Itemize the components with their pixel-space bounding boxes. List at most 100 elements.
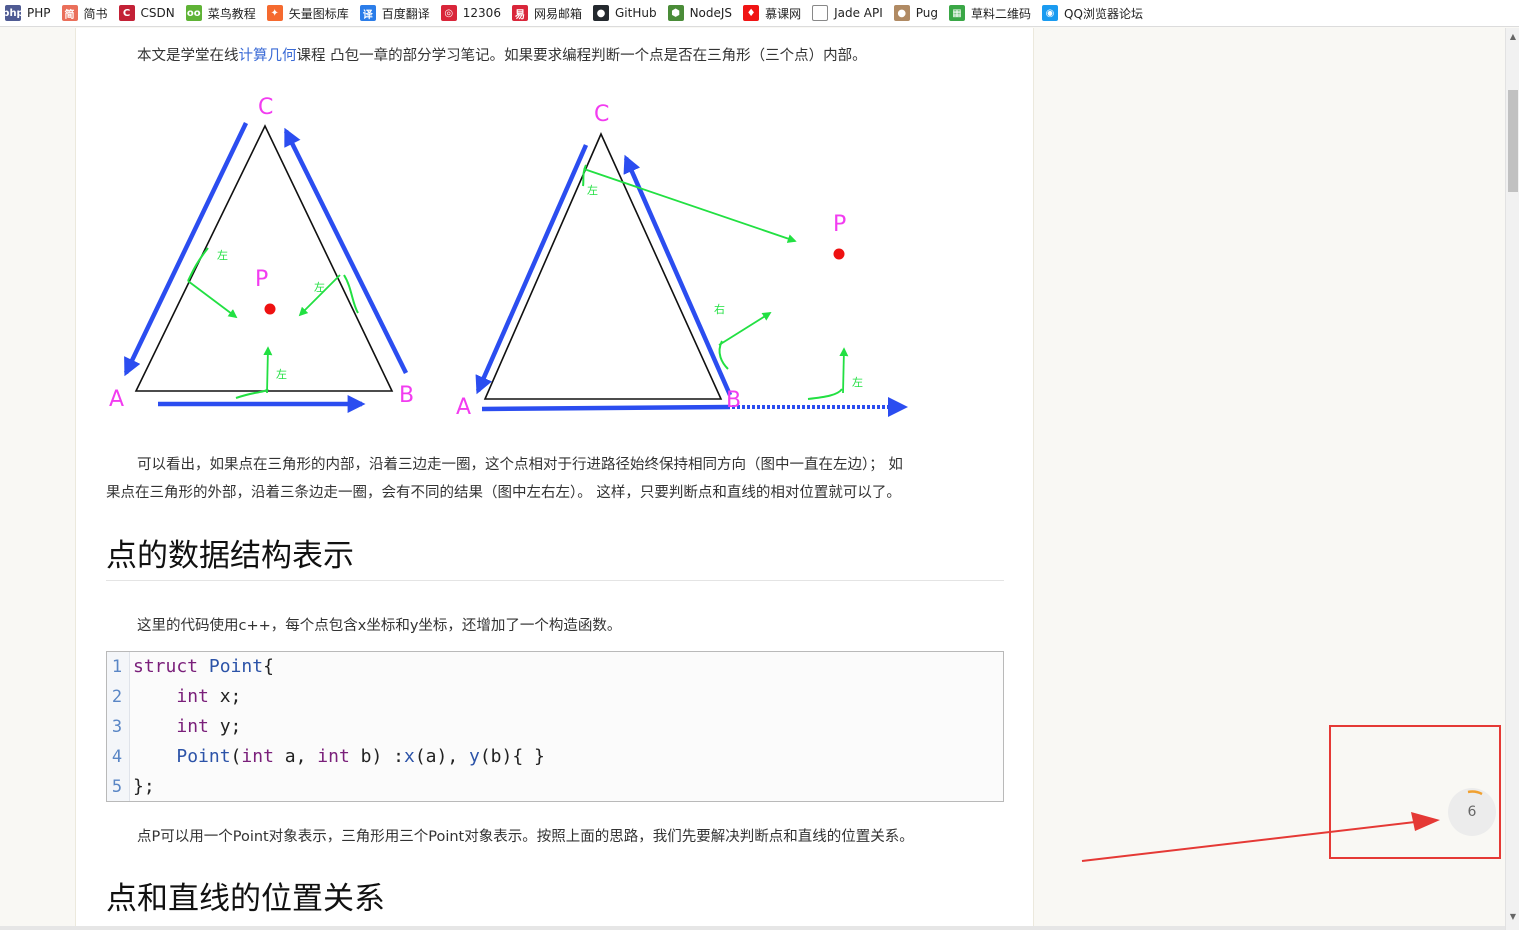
bookmark-label: CSDN [140, 6, 175, 20]
mark-left-ca: 左 [217, 249, 228, 262]
edge-arrow-bc-right [623, 154, 733, 396]
annotation-arrow-head [1411, 812, 1440, 831]
line-number: 1 [111, 657, 123, 677]
bookmark-jianshu[interactable]: 简简书 [57, 0, 114, 27]
left-mark-arrow-ext [839, 347, 849, 394]
scroll-up-arrow[interactable]: ▲ [1506, 32, 1519, 41]
left-mark-arrow-ca [187, 280, 238, 319]
extension-arrowhead [888, 397, 908, 417]
line-number: 5 [111, 777, 123, 797]
explanation-line-2: 果点在三角形的外部，沿着三条边走一圈，会有不同的结果（图中左右左）。 这样，只要… [106, 485, 901, 501]
mark-left-ext: 左 [852, 376, 863, 389]
bookmark-runoob[interactable]: oo 菜鸟教程 [181, 0, 262, 27]
label-a-left: A [109, 387, 124, 412]
bookmark-netease-mail[interactable]: 易网易邮箱 [507, 0, 588, 27]
edge-arrow-ca [123, 122, 249, 377]
bookmark-label: 12306 [462, 6, 501, 20]
runoob-icon: oo [185, 5, 202, 21]
bookmark-baidu-translate[interactable]: 译百度翻译 [355, 0, 436, 27]
summary-text: 点P可以用一个Point对象表示，三角形用三个Point对象表示。按照上面的思路… [137, 829, 914, 845]
nodejs-icon: ⬢ [667, 5, 684, 21]
article-content: 本文是学堂在线计算几何课程 凸包一章的部分学习笔记。如果要求编程判断一个点是否在… [75, 28, 1034, 930]
inside-triangle [134, 124, 394, 392]
bookmark-label: QQ浏览器论坛 [1064, 6, 1143, 21]
intro-paragraph: 本文是学堂在线计算几何课程 凸包一章的部分学习笔记。如果要求编程判断一个点是否在… [106, 42, 1006, 70]
document-icon [812, 5, 829, 21]
label-p-right: P [833, 212, 846, 237]
summary-paragraph: 点P可以用一个Point对象表示，三角形用三个Point对象表示。按照上面的思路… [106, 823, 1006, 851]
imooc-icon: ♦ [743, 5, 760, 21]
bookmark-github[interactable]: ● GitHub [588, 0, 663, 27]
bookmark-pug[interactable]: ● Pug [889, 0, 944, 27]
left-mark-arrow-ca-right [583, 168, 797, 243]
bookmark-label: Jade API [834, 6, 883, 20]
mark-left-ca-right: 左 [587, 184, 598, 197]
bookmark-label: 简书 [83, 6, 108, 21]
line-number: 4 [111, 747, 123, 767]
explanation-line-1: 可以看出，如果点在三角形的内部，沿着三边走一圈，这个点相对于行进路径始终保持相同… [137, 457, 903, 473]
qrcode-icon: ▦ [949, 5, 966, 21]
outside-triangle [483, 132, 723, 400]
mark-left-bc: 左 [314, 281, 325, 294]
bookmark-label: 网易邮箱 [533, 6, 582, 21]
annotation-arrow [1081, 812, 1440, 862]
course-link[interactable]: 计算几何 [239, 48, 297, 64]
label-b-right: B [726, 388, 741, 413]
bookmark-label: 菜鸟教程 [207, 6, 256, 21]
bookmark-document[interactable]: Jade API [807, 0, 889, 27]
point-p-outside [833, 248, 845, 260]
bookmark-iconfont[interactable]: ✦ 矢量图标库 [262, 0, 355, 27]
bookmark-label: 草料二维码 [971, 6, 1032, 21]
horizontal-scroll-track [0, 926, 1505, 930]
bookmark-php[interactable]: php PHP [0, 0, 57, 27]
railway-12306-icon: ◎ [440, 5, 457, 21]
qq-browser-icon: ◉ [1042, 5, 1059, 21]
bookmark-qq-browser[interactable]: ◉ QQ浏览器论坛 [1037, 0, 1149, 27]
right-mark-arrow-bc [718, 312, 772, 346]
intro-text: 本文是学堂在线 [137, 48, 239, 64]
bookmark-label: GitHub [614, 6, 657, 20]
bookmark-label: PHP [27, 6, 51, 20]
label-p-left: P [255, 267, 268, 292]
label-a-right: A [456, 395, 471, 420]
heading-point-line-relation: 点和直线的位置关系 [106, 879, 1004, 927]
label-c-left: C [258, 95, 273, 120]
code-intro-text: 这里的代码使用c++，每个点包含x坐标和y坐标，还增加了一个构造函数。 [137, 618, 622, 634]
edge-arrow-ca-right [475, 144, 589, 395]
loading-spinner-arc [1467, 790, 1483, 796]
edge-arrow-bc [283, 127, 409, 374]
vertical-scrollbar[interactable]: ▲ ▼ [1505, 28, 1519, 930]
label-b-left: B [399, 383, 414, 408]
line-number: 2 [111, 687, 123, 707]
netease-mail-icon: 易 [511, 5, 528, 21]
left-mark-arrow-ab [263, 346, 273, 394]
page-left-margin [0, 28, 75, 930]
mark-right-bc: 右 [714, 302, 725, 316]
bookmark-label: 百度翻译 [381, 6, 430, 21]
explanation-paragraph: 可以看出，如果点在三角形的内部，沿着三边走一圈，这个点相对于行进路径始终保持相同… [106, 451, 1006, 507]
line-number: 3 [111, 717, 123, 737]
baidu-translate-icon: 译 [359, 5, 376, 21]
annotation-arrow-shaft [1081, 821, 1416, 862]
point-p-inside [264, 303, 276, 315]
code-block[interactable]: 1 struct Point{ 2 int x; 3 int y; 4 Point… [106, 651, 1004, 802]
bookmark-railway-12306[interactable]: ◎ 12306 [436, 0, 507, 27]
scroll-down-arrow[interactable]: ▼ [1506, 912, 1519, 921]
label-c-right: C [594, 102, 609, 127]
scrollbar-thumb[interactable] [1508, 90, 1518, 192]
bookmark-label: NodeJS [689, 6, 733, 20]
heading-point-structure: 点的数据结构表示 [106, 536, 1004, 581]
php-icon: php [2, 5, 24, 21]
right-mark-edge-bc [718, 340, 729, 370]
left-mark-edge-ca-right [582, 164, 587, 187]
bookmark-nodejs[interactable]: ⬢ NodeJS [663, 0, 738, 27]
bookmark-label: 矢量图标库 [288, 6, 349, 21]
code-intro-paragraph: 这里的代码使用c++，每个点包含x坐标和y坐标，还增加了一个构造函数。 [106, 612, 1006, 640]
bookmarks-bar: php PHP 简简书 C CSDN oo 菜鸟教程 ✦ 矢量图标库译百度翻译 ◎ 12306 易网易… [0, 0, 1519, 27]
triangle-diagram: C A B P 左 左 左 C A B P 左 右 左 [109, 95, 908, 420]
bookmark-imooc[interactable]: ♦ 慕课网 [738, 0, 807, 27]
edge-arrow-ab-right [481, 404, 731, 412]
jianshu-icon: 简 [61, 5, 78, 21]
bookmark-qrcode[interactable]: ▦ 草料二维码 [944, 0, 1037, 27]
bookmark-csdn[interactable]: C CSDN [114, 0, 181, 27]
